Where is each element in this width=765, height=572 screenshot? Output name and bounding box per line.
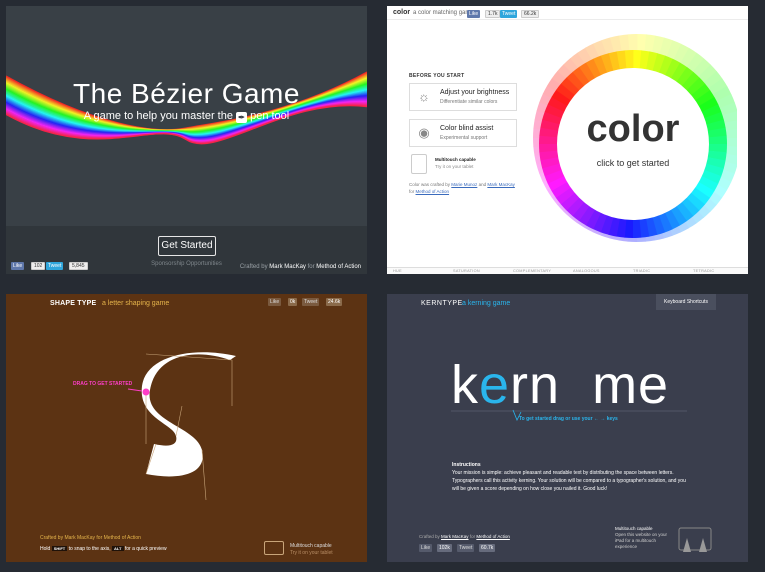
- org-link[interactable]: Method of Action: [104, 535, 141, 541]
- bezier-game-panel[interactable]: The Bézier Game A game to help you maste…: [6, 6, 367, 274]
- color-blind-card[interactable]: ◉ Color blind assist Experimental suppor…: [409, 119, 517, 147]
- color-game-panel[interactable]: color a color matching game Like 1.7k Tw…: [387, 6, 748, 274]
- color-tagline: a color matching game: [413, 10, 474, 16]
- subtitle-text: A game to help you master the: [83, 110, 233, 122]
- tweet-count: 5,845: [69, 262, 88, 270]
- brightness-icon: ☼: [418, 89, 430, 104]
- like-button[interactable]: Like: [467, 10, 481, 18]
- shift-key: SHIFT: [51, 546, 68, 551]
- org-link[interactable]: Method of Action: [476, 534, 510, 539]
- multitouch-subtitle: Try it on your tablet: [435, 164, 474, 169]
- credit-text: for: [469, 534, 476, 539]
- multitouch-info: Multitouch capable Try it on your tablet: [409, 154, 517, 178]
- arrow-icon: [127, 388, 143, 392]
- instructions-title: Instructions: [452, 462, 481, 468]
- like-count: 1.7k: [485, 10, 501, 18]
- mode-complementary[interactable]: COMPLEMENTARY: [513, 269, 551, 273]
- card-subtitle: Experimental support: [440, 135, 488, 141]
- mode-hue[interactable]: HUE: [393, 269, 402, 273]
- color-credits: Color was crafted by Marie Munoz and Mar…: [409, 181, 519, 195]
- like-button[interactable]: Like: [419, 544, 433, 552]
- multitouch-title: Multitouch capable: [290, 543, 332, 549]
- credit-text: for: [409, 189, 415, 194]
- click-to-start-text: click to get started: [596, 158, 670, 168]
- game-gallery: The Bézier Game A game to help you maste…: [0, 0, 765, 572]
- brightness-card[interactable]: ☼ Adjust your brightness Differentiate s…: [409, 83, 517, 111]
- tablet-icon: [411, 154, 427, 174]
- bezier-subtitle: A game to help you master the ✒ pen tool: [6, 110, 367, 123]
- get-started-button[interactable]: Get Started: [158, 236, 216, 256]
- tweet-button[interactable]: Tweet: [500, 10, 518, 18]
- mode-bar: HUE SATURATION COMPLEMENTARY ANALOGOUS T…: [387, 267, 748, 274]
- multitouch-info: Multitouch capable Open this website on …: [615, 526, 673, 550]
- multitouch-subtitle: Try it on your tablet: [290, 550, 333, 556]
- tweet-button[interactable]: Tweet: [457, 544, 475, 552]
- like-button[interactable]: Like: [11, 262, 25, 270]
- mode-analogous[interactable]: ANALOGOUS: [573, 269, 600, 273]
- credit-text: Color was crafted by: [409, 182, 451, 187]
- mode-triadic[interactable]: TRIADIC: [633, 269, 650, 273]
- hint-text: to snap to the axis,: [68, 546, 111, 552]
- like-count: 102k: [437, 544, 452, 552]
- color-big-word: color: [586, 108, 680, 150]
- drag-handle[interactable]: [142, 388, 150, 396]
- bezier-handle-line: [201, 449, 207, 501]
- shape-type-panel[interactable]: SHAPE TYPE a letter shaping game Like 0k…: [6, 294, 367, 562]
- kern-start-hint: To get started drag or use your ← → keys: [519, 416, 618, 422]
- credit-text: for: [307, 264, 315, 270]
- instructions-body: Your mission is simple: achieve pleasant…: [452, 470, 686, 492]
- org-link[interactable]: Method of Action: [416, 189, 450, 194]
- mode-saturation[interactable]: SATURATION: [453, 269, 480, 273]
- eye-icon: ◉: [418, 125, 430, 140]
- before-you-start-heading: BEFORE YOU START: [409, 73, 465, 79]
- card-title: Adjust your brightness: [440, 89, 510, 96]
- tweet-count: 60.7k: [479, 544, 496, 552]
- tweet-count: 66.2k: [521, 10, 540, 18]
- tweet-button[interactable]: Tweet: [46, 262, 64, 270]
- card-title: Color blind assist: [440, 125, 494, 132]
- kern-credits: Crafted by Mark MacKay for Method of Act…: [419, 534, 510, 539]
- multitouch-subtitle: Open this website on your iPad for a mul…: [615, 532, 668, 549]
- bezier-title: The Bézier Game: [73, 78, 300, 109]
- like-count: 102: [31, 262, 46, 270]
- letter-s-shape[interactable]: [141, 352, 236, 477]
- credit-text: Crafted by: [40, 535, 64, 541]
- instructions: Instructions Your mission is simple: ach…: [452, 461, 692, 493]
- credit-text: and: [478, 182, 487, 187]
- touch-hand-icon: [264, 541, 284, 555]
- multitouch-title: Multitouch capable: [615, 526, 653, 531]
- author-link[interactable]: Mark MacKay: [487, 182, 515, 187]
- alt-key: ALT: [112, 546, 124, 551]
- multitouch-title: Multitouch capable: [435, 157, 476, 162]
- hint-text: Hold: [40, 546, 51, 552]
- org-link[interactable]: Method of Action: [316, 264, 361, 270]
- author-link[interactable]: Mark MacKay: [64, 535, 95, 541]
- credit-text: Crafted by: [419, 534, 440, 539]
- bezier-credits: Crafted by Mark MacKay for Method of Act…: [240, 264, 361, 270]
- letter-s-canvas[interactable]: [6, 294, 367, 562]
- color-wheel-button[interactable]: color click to get started: [529, 34, 737, 252]
- kern-guides: [451, 409, 687, 421]
- credit-text: for: [96, 535, 103, 541]
- keyboard-hint: Hold SHIFT to snap to the axis, ALT for …: [40, 546, 167, 552]
- card-subtitle: Differentiate similar colors: [440, 99, 498, 105]
- touch-hands-icon: [678, 527, 712, 552]
- kerntype-panel[interactable]: KERNTYPE a kerning game Keyboard Shortcu…: [387, 294, 748, 562]
- author-link[interactable]: Mark MacKay: [269, 264, 306, 270]
- subtitle-text-end: pen tool: [250, 110, 290, 122]
- author-link[interactable]: Marie Munoz: [451, 182, 477, 187]
- color-logo: color: [393, 9, 411, 16]
- hint-text: for a quick preview: [124, 546, 167, 552]
- author-link[interactable]: Mark MacKay: [441, 534, 469, 539]
- mode-tetradic[interactable]: TETRADIC: [693, 269, 714, 273]
- credit-text: Crafted by: [239, 264, 268, 270]
- drag-to-start-hint: DRAG TO GET STARTED: [73, 381, 133, 387]
- shape-credits: Crafted by Mark MacKay for Method of Act…: [40, 535, 141, 541]
- pen-icon: ✒: [236, 112, 248, 123]
